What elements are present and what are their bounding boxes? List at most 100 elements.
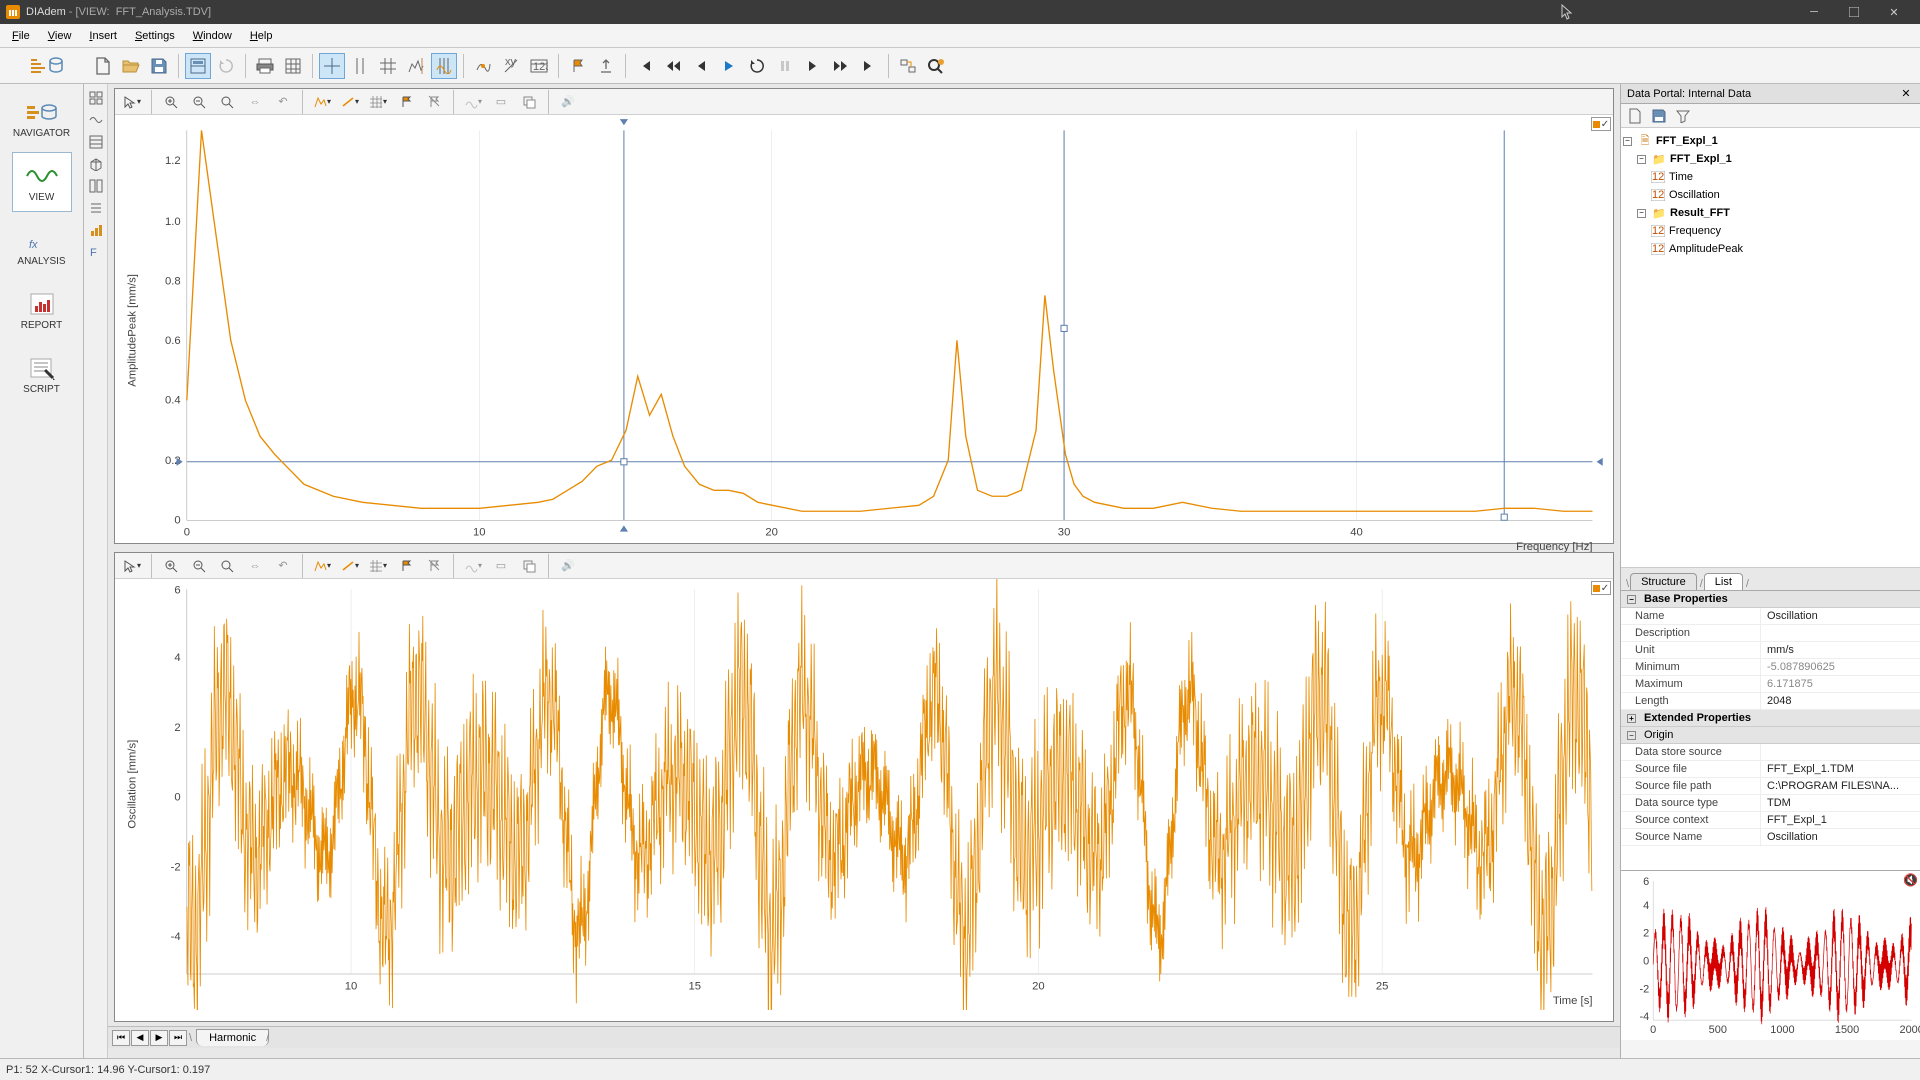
c2-fit-icon[interactable]: ▾: [460, 553, 486, 579]
c1-zoomin-icon[interactable]: [158, 89, 184, 115]
dp-close-icon[interactable]: ✕: [1898, 86, 1914, 102]
maximize-button[interactable]: [1834, 0, 1874, 24]
vs-3d-icon[interactable]: [86, 154, 106, 174]
c2-zoomin-icon[interactable]: [158, 553, 184, 579]
cursor-minmax-icon[interactable]: [403, 53, 429, 79]
c2-line-icon[interactable]: ▾: [337, 553, 363, 579]
dp-save-icon[interactable]: [1649, 106, 1669, 126]
refresh-icon[interactable]: [213, 53, 239, 79]
sheet-last-icon[interactable]: ⏭: [169, 1030, 187, 1046]
save-file-icon[interactable]: [146, 53, 172, 79]
c1-select-icon[interactable]: ▾: [119, 89, 145, 115]
go-first-icon[interactable]: [632, 53, 658, 79]
new-file-icon[interactable]: [90, 53, 116, 79]
vs-table-icon[interactable]: [86, 132, 106, 152]
c1-outline-icon[interactable]: ▾: [309, 89, 335, 115]
dp-tab-list[interactable]: List: [1704, 573, 1743, 590]
close-button[interactable]: ✕: [1874, 0, 1914, 24]
dp-filter-icon[interactable]: [1673, 106, 1693, 126]
sheet-prev-icon[interactable]: ◀: [131, 1030, 149, 1046]
vs-wave-icon[interactable]: [86, 110, 106, 130]
vs-col-icon[interactable]: [86, 176, 106, 196]
c2-grid-icon[interactable]: ▾: [365, 553, 391, 579]
c2-zoomreset-icon[interactable]: [214, 553, 240, 579]
menu-window[interactable]: Window: [185, 27, 240, 45]
cursor-band-icon[interactable]: [347, 53, 373, 79]
sync-cursors-icon[interactable]: [895, 53, 921, 79]
cursor-harmonic-icon[interactable]: [431, 53, 457, 79]
step-fwd-icon[interactable]: [800, 53, 826, 79]
c2-copy-icon[interactable]: [516, 553, 542, 579]
c2-marker-icon[interactable]: [393, 553, 419, 579]
nav-view[interactable]: VIEW: [12, 152, 72, 212]
loop-icon[interactable]: [744, 53, 770, 79]
c2-pan-icon[interactable]: ⇔: [242, 553, 268, 579]
preview-mute-icon[interactable]: 🔇: [1903, 873, 1918, 887]
c2-zoomout-icon[interactable]: [186, 553, 212, 579]
vs-func-icon[interactable]: F: [86, 242, 106, 262]
vs-list-icon[interactable]: [86, 198, 106, 218]
fft-chart-area[interactable]: ▾ ⇔ ↶ ▾ ▾ ▾ ▾ ▭ 🔊 ✓: [114, 88, 1614, 544]
dp-newpage-icon[interactable]: [1625, 106, 1645, 126]
rewind-icon[interactable]: [660, 53, 686, 79]
c2-clearmarker-icon[interactable]: [421, 553, 447, 579]
c1-zoomreset-icon[interactable]: [214, 89, 240, 115]
c1-legend-toggle[interactable]: ✓: [1591, 117, 1611, 131]
time-chart-area[interactable]: ▾ ⇔ ↶ ▾ ▾ ▾ ▾ ▭ 🔊 ✓: [114, 552, 1614, 1022]
menu-settings[interactable]: Settings: [127, 27, 183, 45]
layout-mode-icon[interactable]: [185, 53, 211, 79]
c1-grid-icon[interactable]: ▾: [365, 89, 391, 115]
sheet-tab-harmonic[interactable]: Harmonic: [196, 1029, 269, 1046]
nav-drawer-icon[interactable]: [29, 55, 63, 77]
menu-help[interactable]: Help: [242, 27, 281, 45]
c1-legend-icon[interactable]: ▭: [488, 89, 514, 115]
menu-file[interactable]: File: [4, 27, 38, 45]
c2-sound-icon[interactable]: 🔊: [555, 553, 581, 579]
go-last-icon[interactable]: [856, 53, 882, 79]
c1-clearmarker-icon[interactable]: [421, 89, 447, 115]
nav-report[interactable]: REPORT: [12, 280, 72, 340]
c1-line-icon[interactable]: ▾: [337, 89, 363, 115]
c2-outline-icon[interactable]: ▾: [309, 553, 335, 579]
flag-marker-icon[interactable]: [565, 53, 591, 79]
c1-copy-icon[interactable]: [516, 89, 542, 115]
cursor-grid-icon[interactable]: [375, 53, 401, 79]
dp-tree[interactable]: −🗎FFT_Expl_1 −📁FFT_Expl_1 123Time 123Osc…: [1621, 128, 1920, 568]
pause-icon[interactable]: [772, 53, 798, 79]
cursor-curve-icon[interactable]: [470, 53, 496, 79]
export-icon[interactable]: [593, 53, 619, 79]
c1-sound-icon[interactable]: 🔊: [555, 89, 581, 115]
minimize-button[interactable]: ─: [1794, 0, 1834, 24]
menu-insert[interactable]: Insert: [81, 27, 125, 45]
vs-grid-icon[interactable]: [86, 88, 106, 108]
nav-analysis[interactable]: fx ANALYSIS: [12, 216, 72, 276]
cursor-crosshair-icon[interactable]: [319, 53, 345, 79]
c1-zoomout-icon[interactable]: [186, 89, 212, 115]
sheet-first-icon[interactable]: ⏮: [112, 1030, 130, 1046]
dp-tab-structure[interactable]: Structure: [1630, 573, 1697, 590]
datafinder-icon[interactable]: [923, 53, 949, 79]
property-grid[interactable]: −Base Properties NameOscillationDescript…: [1621, 590, 1920, 870]
c2-reset-icon[interactable]: ↶: [270, 553, 296, 579]
cursor-xy-icon[interactable]: xy: [498, 53, 524, 79]
table-icon[interactable]: [280, 53, 306, 79]
open-file-icon[interactable]: [118, 53, 144, 79]
c1-pan-icon[interactable]: ⇔: [242, 89, 268, 115]
c1-fit-icon[interactable]: ▾: [460, 89, 486, 115]
sheet-next-icon[interactable]: ▶: [150, 1030, 168, 1046]
nav-navigator[interactable]: NAVIGATOR: [12, 88, 72, 148]
c2-select-icon[interactable]: ▾: [119, 553, 145, 579]
c2-legend-toggle[interactable]: ✓: [1591, 581, 1611, 595]
svg-text:fx: fx: [29, 239, 38, 251]
nav-script[interactable]: SCRIPT: [12, 344, 72, 404]
play-icon[interactable]: [716, 53, 742, 79]
c2-legend-icon[interactable]: ▭: [488, 553, 514, 579]
c1-reset-icon[interactable]: ↶: [270, 89, 296, 115]
menu-view[interactable]: View: [40, 27, 80, 45]
fast-fwd-icon[interactable]: [828, 53, 854, 79]
vs-bar-icon[interactable]: [86, 220, 106, 240]
print-icon[interactable]: [252, 53, 278, 79]
cursor-table-icon[interactable]: 123: [526, 53, 552, 79]
step-back-icon[interactable]: [688, 53, 714, 79]
c1-marker-icon[interactable]: [393, 89, 419, 115]
